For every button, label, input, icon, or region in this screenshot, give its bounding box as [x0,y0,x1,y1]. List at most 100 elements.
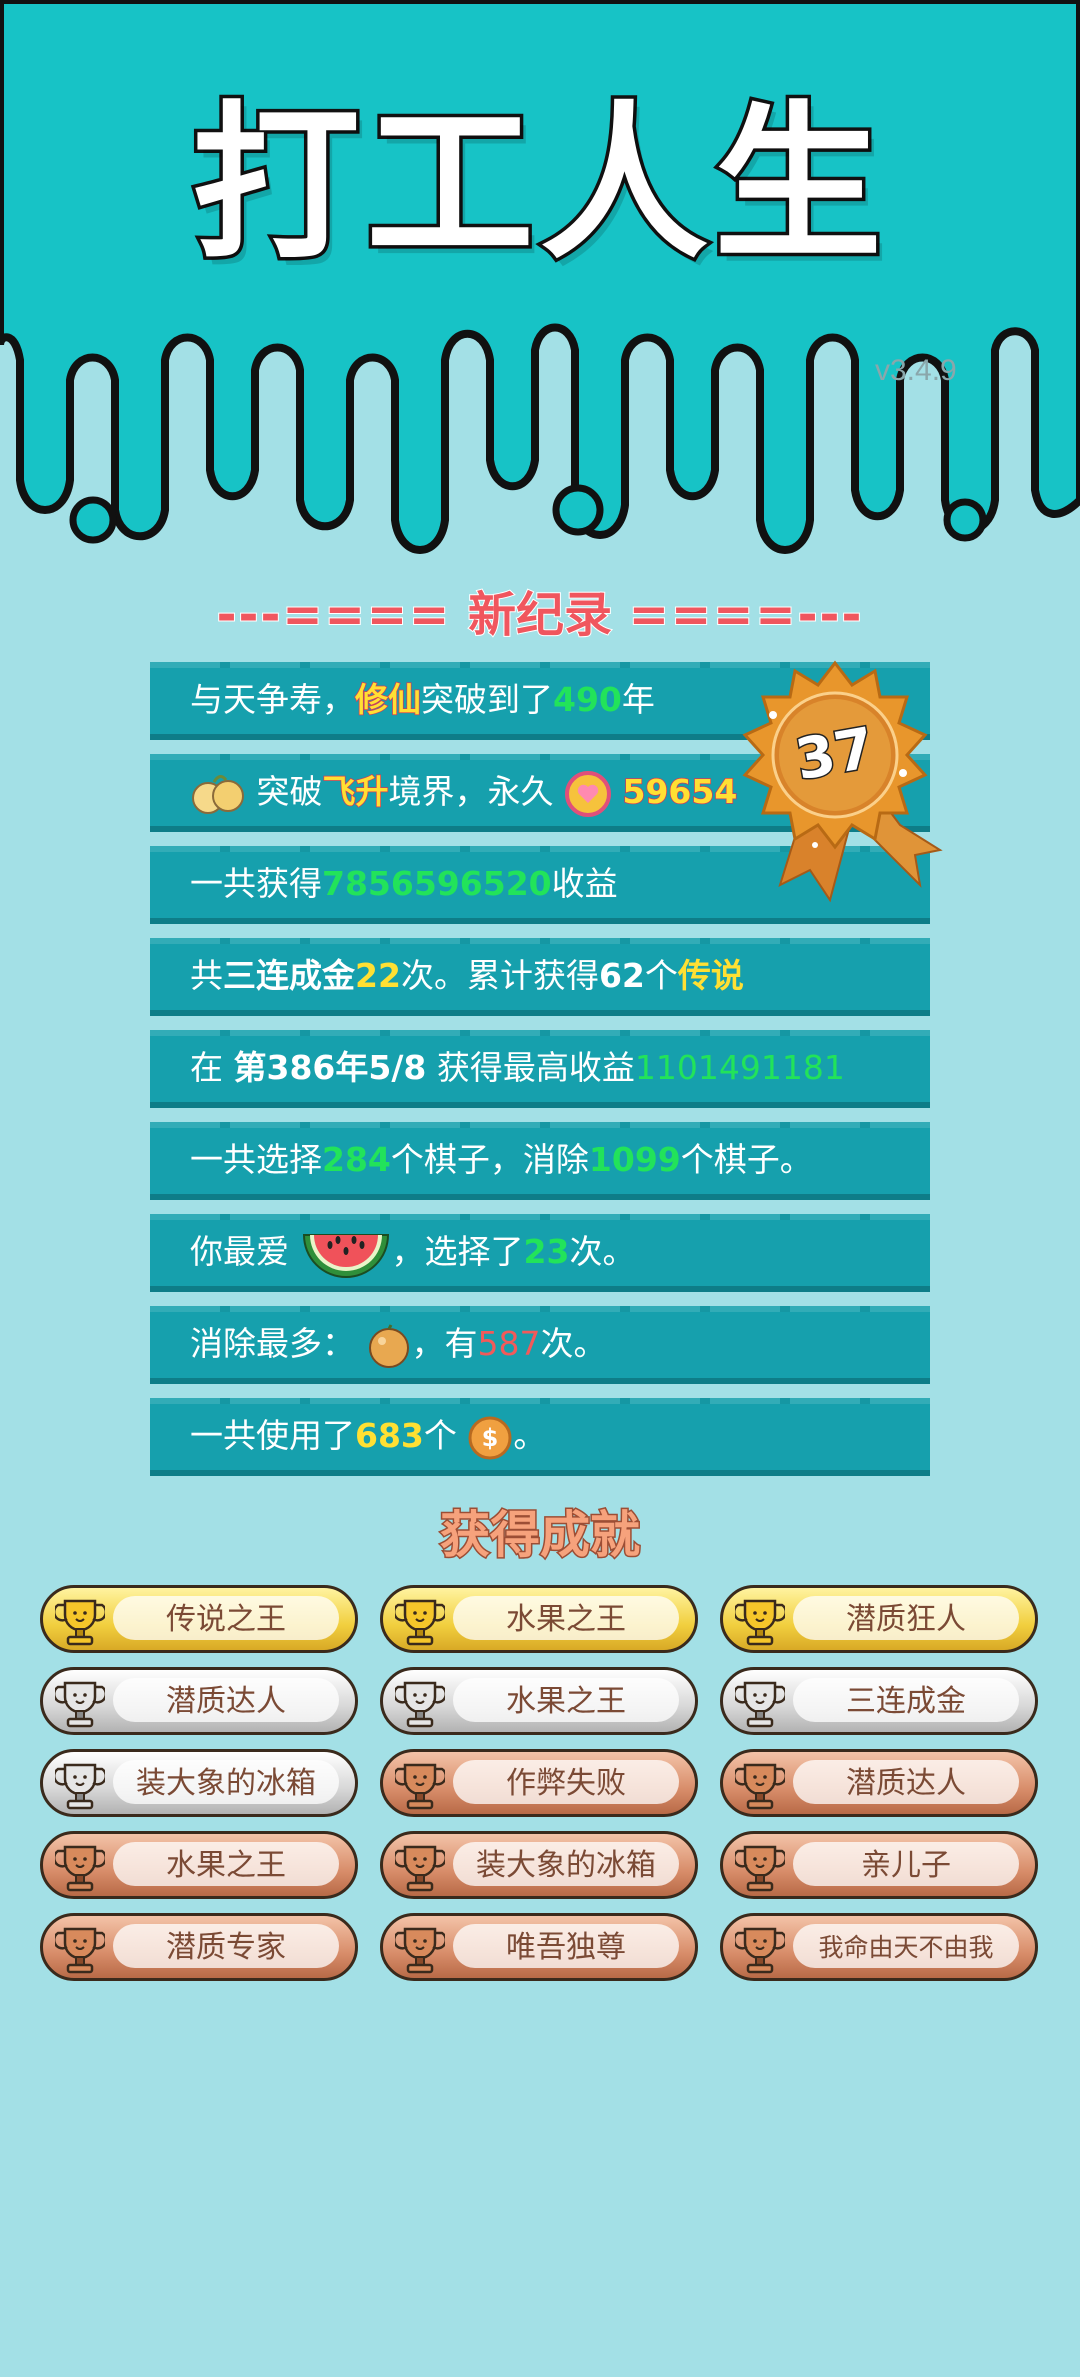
record-text: 在 [190,1048,234,1087]
trophy-icon [735,1845,785,1892]
achievement-silver: 装大象的冰箱 [40,1749,358,1817]
record-text: 一共选择 [190,1140,322,1179]
record-text: 。 [513,1416,547,1455]
achievement-label: 水果之王 [453,1596,679,1640]
achievement-label: 潜质达人 [113,1678,339,1722]
achievement-gold: 传说之王 [40,1585,358,1653]
record-value: 22 [355,956,401,995]
trophy-icon [55,1599,105,1646]
achievement-bronze: 作弊失败 [380,1749,698,1817]
record-text: 个棋子，消除 [390,1140,589,1179]
record-text: 境界，永久 [388,772,554,811]
trophy-icon [735,1763,785,1810]
trophy-icon [735,1599,785,1646]
record-text: 次。累计获得 [400,956,599,995]
trophy-icon [395,1681,445,1728]
rank-medal-badge: 37 [742,660,943,903]
record-text: 消除最多： [190,1324,355,1363]
record-text: 共 [190,956,223,995]
achievement-label: 传说之王 [113,1596,339,1640]
record-text: 年 [621,680,655,719]
record-value: 59654 [622,771,738,812]
achievement-silver: 三连成金 [720,1667,1038,1735]
achievement-silver: 水果之王 [380,1667,698,1735]
trophy-icon [735,1927,785,1974]
rank-number: 37 [791,716,879,794]
header-dashes-right: ====--- [628,586,864,644]
achievement-label: 潜质专家 [113,1924,339,1968]
record-row-highest-income: 在 第386年5/8 获得最高收益1101491181 [150,1030,930,1108]
dollar-coin-icon: $ [468,1416,512,1459]
achievement-bronze: 亲儿子 [720,1831,1038,1899]
record-text: 一共使用了 [190,1416,355,1455]
record-row-favorite: 你最爱 ，选择了23次。 [150,1214,930,1292]
record-row-pieces: 一共选择284个棋子，消除1099个棋子。 [150,1122,930,1200]
trophy-icon [55,1681,105,1728]
record-text: ，有 [411,1324,478,1363]
record-text: ，选择了 [391,1232,524,1271]
record-highlight: 修仙 [354,679,422,720]
record-text: 次。 [540,1324,607,1363]
record-text: 次。 [569,1232,636,1271]
peach-icon [192,774,244,814]
record-text: 个 [644,956,678,995]
record-value: 62 [598,956,645,995]
achievement-bronze: 我命由天不由我 [720,1913,1038,1981]
record-text: 一共获得 [190,864,322,903]
achievement-silver: 潜质达人 [40,1667,358,1735]
achievement-bronze: 潜质达人 [720,1749,1038,1817]
achievement-label: 装大象的冰箱 [453,1842,679,1886]
new-record-label: 新纪录 [467,586,613,644]
achievement-label: 水果之王 [453,1678,679,1722]
record-date: 第386年5/8 [233,1048,427,1087]
trophy-icon [395,1599,445,1646]
record-text: 与天争寿， [190,680,355,719]
record-highlight: 传说 [677,956,744,995]
record-row-triple-gold: 共三连成金22次。累计获得62个传说 [150,938,930,1016]
record-highlight: 飞升 [322,771,390,812]
achievement-label: 亲儿子 [793,1842,1019,1886]
record-text: 个棋子。 [680,1140,813,1179]
achievement-label: 唯吾独尊 [453,1924,679,1968]
achievement-label: 潜质达人 [793,1760,1019,1804]
trophy-icon [735,1681,785,1728]
trophy-icon [395,1927,445,1974]
record-text: 突破到了 [421,680,553,719]
app-title: 打工人生 [189,86,888,282]
record-row-coins-used: 一共使用了683个 $ 。 [150,1398,930,1476]
achievements-title: 获得成就 [439,1505,642,1566]
achievement-bronze: 水果之王 [40,1831,358,1899]
achievement-gold: 潜质狂人 [720,1585,1038,1653]
orange-fruit-icon [368,1323,409,1368]
record-value: 1101491181 [634,1048,845,1087]
record-value: 23 [523,1232,570,1271]
record-text: 你最爱 [190,1232,289,1271]
achievement-bronze: 装大象的冰箱 [380,1831,698,1899]
achievement-label: 三连成金 [793,1678,1019,1722]
record-value: 490 [553,680,622,719]
trophy-icon [55,1927,105,1974]
record-text: 突破 [256,772,323,811]
record-value: 7856596520 [322,864,552,903]
record-row-most-eliminated: 消除最多： ，有587次。 [150,1306,930,1384]
new-record-header: ---==== 新纪录 ====--- [0,575,1080,645]
record-value: 683 [355,1416,424,1455]
record-highlight: 三连成金 [223,956,355,995]
achievement-label: 装大象的冰箱 [113,1760,339,1804]
record-text: 个 [423,1416,457,1455]
version-label: v3.4.9 [875,354,957,387]
record-text: 获得最高收益 [426,1048,635,1087]
achievement-label: 水果之王 [113,1842,339,1886]
svg-text:$: $ [482,1424,499,1452]
achievement-gold: 水果之王 [380,1585,698,1653]
record-text: 收益 [551,864,618,903]
trophy-icon [55,1763,105,1810]
heart-coin-icon [565,770,611,817]
record-value: 284 [322,1140,391,1179]
watermelon-icon [302,1233,389,1278]
trophy-icon [395,1763,445,1810]
record-value: 587 [477,1324,541,1363]
header-dashes-left: ---==== [216,586,452,644]
record-value: 1099 [588,1140,681,1179]
achievement-label: 作弊失败 [453,1760,679,1804]
